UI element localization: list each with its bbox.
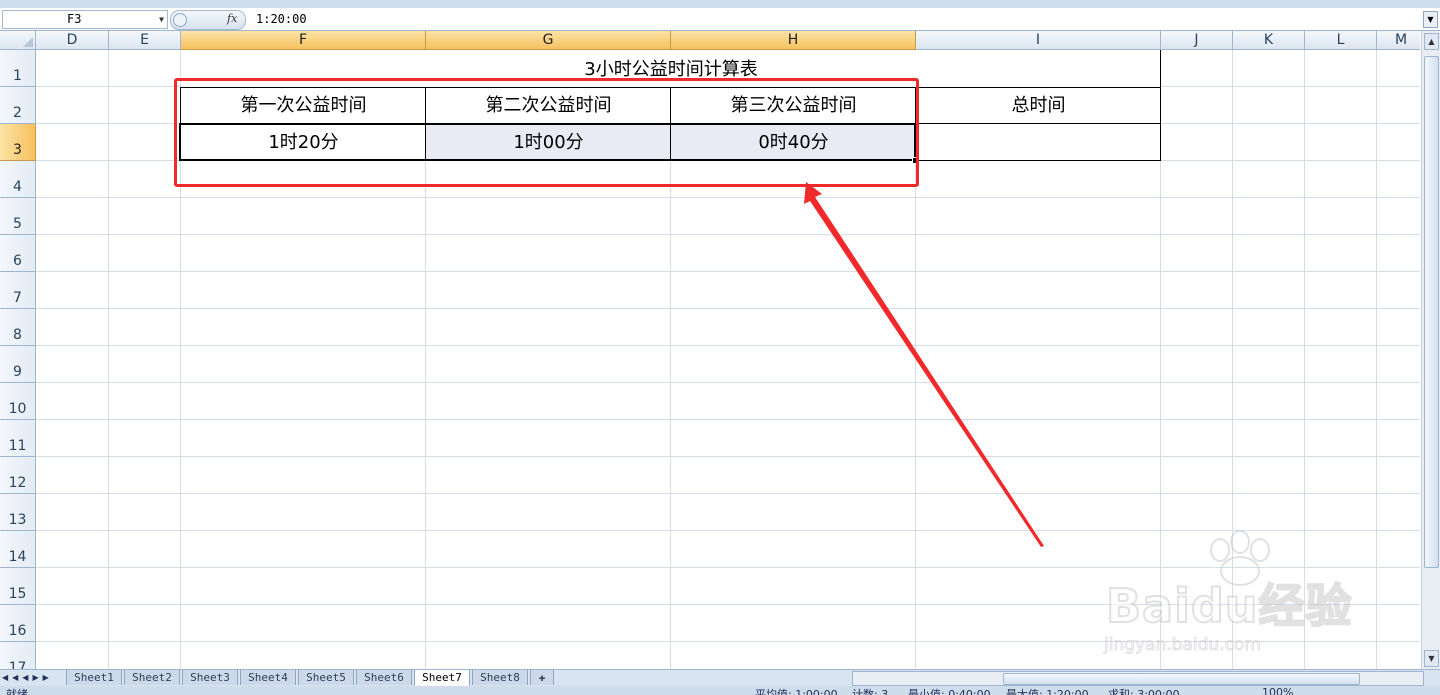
scroll-up-button[interactable]: ▲ xyxy=(1424,33,1439,50)
status-count: 计数: 3 xyxy=(852,688,889,695)
sheet-nav-buttons[interactable]: ◀◀◀▶▶ xyxy=(2,670,53,686)
status-ready: 就绪 xyxy=(6,688,28,695)
sheet-tab-active[interactable]: Sheet7 xyxy=(414,670,470,687)
insert-sheet-icon[interactable]: ✚ xyxy=(530,670,554,685)
watermark-brand: Baidu经验 xyxy=(1105,578,1353,634)
status-sum: 求和: 3:00:00 xyxy=(1108,688,1180,695)
horizontal-scrollbar[interactable] xyxy=(852,671,1424,686)
paw-icon xyxy=(1250,538,1270,562)
sheet-tab[interactable]: Sheet6 xyxy=(356,670,412,685)
watermark: Baidu经验 jingyan.baidu.com xyxy=(1100,530,1370,660)
vertical-scrollbar[interactable]: ▲ ▼ xyxy=(1421,31,1440,669)
sheet-tab[interactable]: Sheet4 xyxy=(240,670,296,685)
status-min: 最小值: 0:40:00 xyxy=(908,688,991,695)
scroll-thumb[interactable] xyxy=(1003,673,1360,685)
scroll-thumb[interactable] xyxy=(1424,56,1439,568)
watermark-url: jingyan.baidu.com xyxy=(1104,635,1262,656)
scroll-down-button[interactable]: ▼ xyxy=(1424,650,1439,667)
zoom-level[interactable]: 100% xyxy=(1262,686,1293,695)
sheet-tab[interactable]: Sheet8 xyxy=(472,670,528,685)
sheet-tab[interactable]: Sheet3 xyxy=(182,670,238,685)
sheet-tab[interactable]: Sheet2 xyxy=(124,670,180,685)
status-bar: 就绪 平均值: 1:00:00 计数: 3 最小值: 0:40:00 最大值: … xyxy=(0,686,1440,695)
status-average: 平均值: 1:00:00 xyxy=(755,688,838,695)
status-max: 最大值: 1:20:00 xyxy=(1006,688,1089,695)
sheet-tab-bar: ◀◀◀▶▶ Sheet1 Sheet2 Sheet3 Sheet4 Sheet5… xyxy=(0,669,1440,687)
paw-icon xyxy=(1230,530,1250,554)
sheet-tab[interactable]: Sheet5 xyxy=(298,670,354,685)
sheet-tab[interactable]: Sheet1 xyxy=(66,670,122,685)
